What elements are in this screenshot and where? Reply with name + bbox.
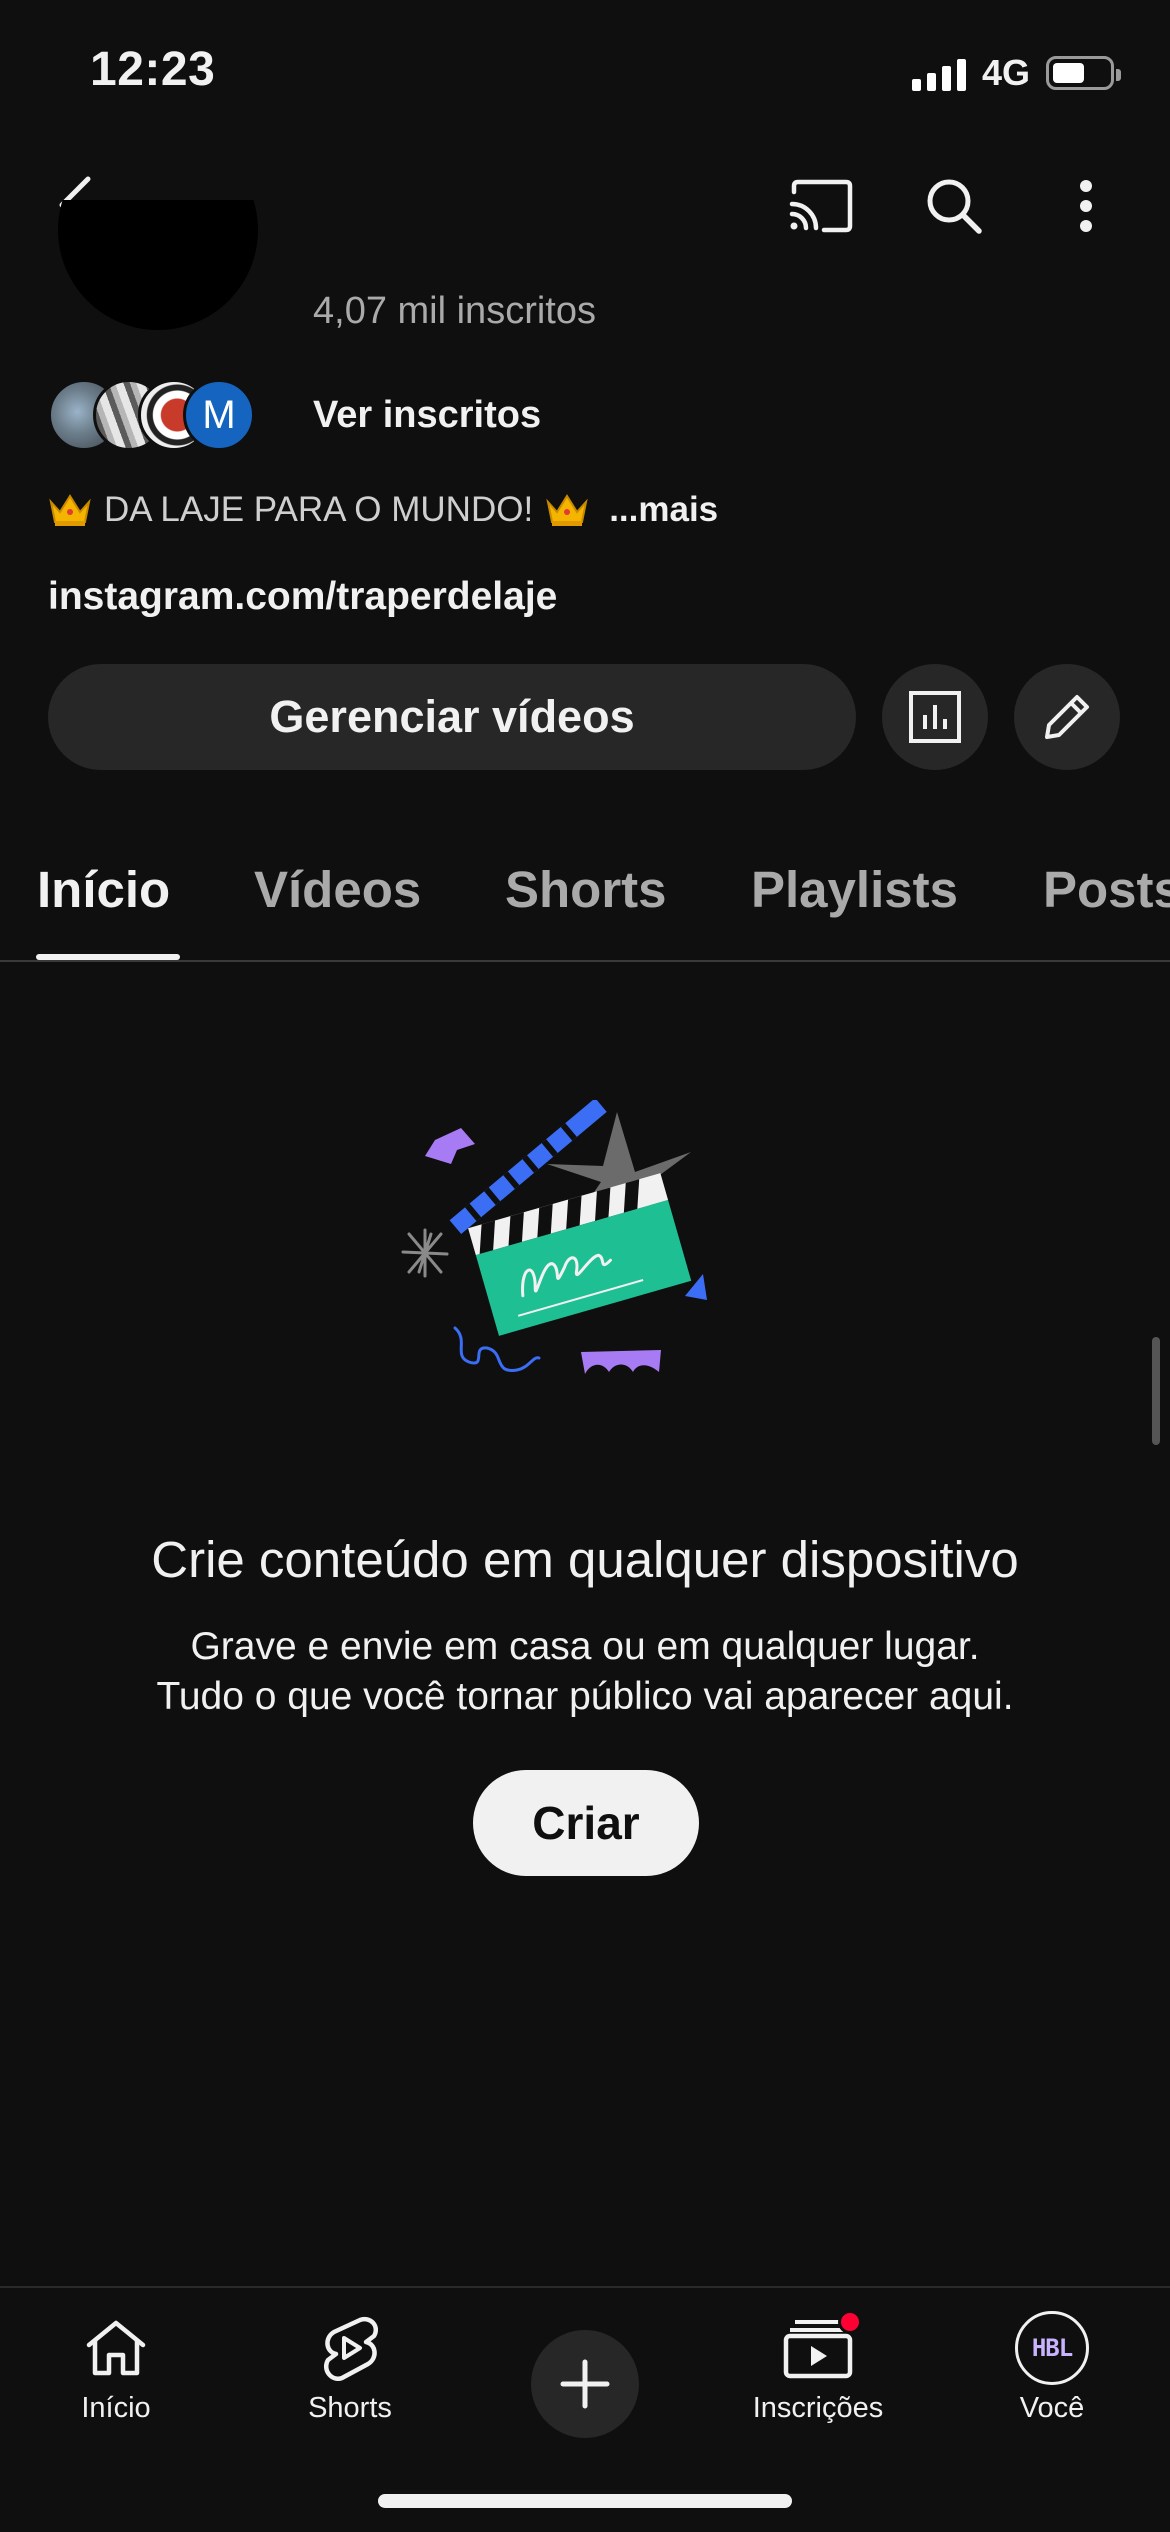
network-type: 4G <box>981 52 1030 93</box>
tab-posts[interactable]: Posts <box>1043 860 1170 919</box>
manage-videos-button[interactable]: Gerenciar vídeos <box>48 664 856 770</box>
analytics-button[interactable] <box>882 664 988 770</box>
see-subscribers-row[interactable]: M Ver inscritos <box>48 375 541 455</box>
signal-icon <box>911 55 966 91</box>
more-vertical-icon <box>1080 180 1092 232</box>
create-button[interactable]: Criar <box>473 1770 699 1876</box>
nav-you-label: Você <box>1019 2392 1085 2424</box>
channel-actions: Gerenciar vídeos <box>48 664 1122 770</box>
scrollbar[interactable] <box>1152 1337 1160 1445</box>
battery-icon <box>1046 56 1121 90</box>
active-tab-indicator <box>36 954 180 960</box>
subscriber-count: 4,07 mil inscritos <box>313 290 596 332</box>
description-more-link[interactable]: ...mais <box>609 490 718 530</box>
notification-dot <box>838 2310 862 2334</box>
create-nav-button[interactable] <box>531 2330 639 2438</box>
see-subscribers-label[interactable]: Ver inscritos <box>313 394 541 437</box>
crown-icon <box>48 492 92 528</box>
edit-channel-button[interactable] <box>1014 664 1120 770</box>
crown-icon <box>545 492 589 528</box>
analytics-icon <box>909 691 961 743</box>
empty-state-title: Crie conteúdo em qualquer dispositivo <box>151 1531 1019 1588</box>
nav-subscriptions[interactable]: Inscrições <box>718 2288 918 2438</box>
status-indicators: 4G <box>911 52 1121 94</box>
shorts-icon <box>324 2316 378 2382</box>
home-icon <box>86 2320 146 2376</box>
nav-subscriptions-label: Inscrições <box>752 2392 884 2424</box>
search-button[interactable] <box>918 170 990 242</box>
channel-link[interactable]: instagram.com/traperdelaje <box>48 575 557 619</box>
search-icon <box>927 179 982 234</box>
channel-page: 12:23 4G 4,07 mil inscritos M Ver inscri… <box>0 0 1170 2532</box>
tab-shorts[interactable]: Shorts <box>505 860 667 919</box>
tab-videos[interactable]: Vídeos <box>254 860 421 919</box>
empty-state-description: Grave e envie em casa ou em qualquer lug… <box>0 1622 1170 1722</box>
subscriber-avatar: M <box>183 379 255 451</box>
plus-icon <box>560 2359 610 2409</box>
nav-shorts[interactable]: Shorts <box>250 2288 450 2438</box>
more-options-button[interactable] <box>1050 170 1122 242</box>
channel-tabs: Início Vídeos Shorts Playlists Posts <box>0 850 1170 962</box>
home-indicator <box>378 2494 792 2508</box>
nav-home[interactable]: Início <box>16 2288 216 2438</box>
clapperboard-illustration <box>401 1100 707 1374</box>
subscriber-avatars: M <box>48 377 288 453</box>
cast-icon <box>789 179 853 233</box>
profile-avatar: HBL <box>1015 2311 1089 2385</box>
empty-state-line: Tudo o que você tornar público vai apare… <box>156 1675 1014 1718</box>
status-time: 12:23 <box>90 43 216 96</box>
cast-button[interactable] <box>785 170 857 242</box>
channel-description-text: DA LAJE PARA O MUNDO! <box>104 490 534 529</box>
channel-description[interactable]: DA LAJE PARA O MUNDO! ...mais <box>48 490 718 530</box>
status-bar: 12:23 4G <box>0 0 1170 140</box>
nav-home-label: Início <box>81 2392 151 2424</box>
channel-avatar[interactable] <box>58 200 258 330</box>
nav-shorts-label: Shorts <box>308 2392 392 2424</box>
tab-inicio[interactable]: Início <box>37 860 170 919</box>
empty-state-line: Grave e envie em casa ou em qualquer lug… <box>190 1625 980 1668</box>
nav-you[interactable]: HBL Você <box>952 2288 1152 2438</box>
tab-playlists[interactable]: Playlists <box>751 860 958 919</box>
pencil-icon <box>1045 695 1089 739</box>
